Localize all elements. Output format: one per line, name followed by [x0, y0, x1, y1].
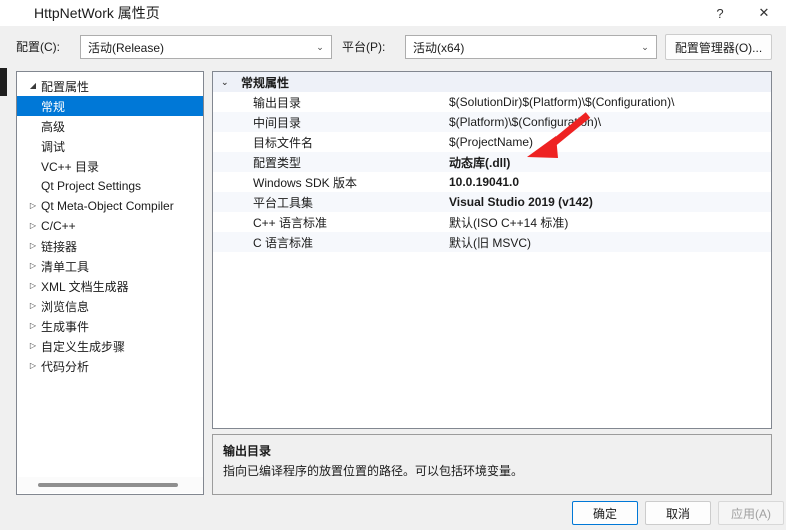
tree-item-9[interactable]: ▷ 清单工具	[17, 256, 203, 276]
property-value[interactable]: 10.0.19041.0	[449, 175, 519, 189]
tree-item-14[interactable]: ▷ 代码分析	[17, 356, 203, 376]
description-title: 输出目录	[223, 444, 272, 458]
tree-horizontal-scrollbar-thumb[interactable]	[38, 483, 178, 487]
collapsed-twisty-icon[interactable]: ▷	[25, 362, 41, 370]
tree-item-label: C/C++	[41, 219, 76, 233]
platform-dropdown[interactable]: 活动(x64) ⌄	[405, 35, 657, 59]
tree-item-label: 浏览信息	[41, 299, 90, 314]
property-value[interactable]: $(Platform)\$(Configuration)\	[449, 115, 601, 129]
property-name: 配置类型	[253, 155, 302, 170]
chevron-down-icon: ⌄	[641, 41, 649, 52]
property-name: 目标文件名	[253, 135, 314, 150]
tree-node-list: ◢ 配置属性 常规 高级 调试 VC++ 目录 Qt Project Settings ▷ Qt…	[17, 72, 203, 376]
configuration-label: 配置(C):	[16, 40, 60, 54]
tree-item-12[interactable]: ▷ 生成事件	[17, 316, 203, 336]
tree-item-4[interactable]: VC++ 目录	[17, 156, 203, 176]
property-value[interactable]: 默认(ISO C++14 标准)	[449, 214, 568, 231]
property-name: Windows SDK 版本	[253, 175, 358, 190]
cancel-button[interactable]: 取消	[645, 501, 711, 525]
collapsed-twisty-icon[interactable]: ▷	[25, 322, 41, 330]
property-value[interactable]: $(ProjectName)	[449, 135, 533, 149]
tree-item-label: VC++ 目录	[41, 159, 100, 174]
window-controls: ? ✕	[698, 0, 786, 26]
tree-item-8[interactable]: ▷ 链接器	[17, 236, 203, 256]
platform-label: 平台(P):	[342, 40, 386, 54]
configuration-tree[interactable]: ◢ 配置属性 常规 高级 调试 VC++ 目录 Qt Project Settings ▷ Qt…	[16, 71, 204, 495]
configuration-manager-button[interactable]: 配置管理器(O)...	[665, 34, 772, 60]
property-value[interactable]: 动态库(.dll)	[449, 154, 510, 171]
expanded-twisty-icon[interactable]: ◢	[25, 82, 41, 90]
help-icon[interactable]: ?	[698, 0, 742, 26]
property-group-row[interactable]: ⌄ 常规属性	[213, 72, 771, 92]
window-title: HttpNetWork 属性页	[34, 5, 160, 21]
property-row[interactable]: 平台工具集 Visual Studio 2019 (v142)	[213, 192, 771, 212]
property-name: 常规属性	[241, 75, 290, 90]
tree-item-3[interactable]: 调试	[17, 136, 203, 156]
platform-value: 活动(x64)	[413, 40, 465, 55]
tree-item-1[interactable]: 常规	[17, 96, 203, 116]
property-grid-rows: ⌄ 常规属性输出目录 $(SolutionDir)$(Platform)\$(Con…	[213, 72, 771, 252]
chevron-down-icon: ⌄	[316, 41, 324, 52]
property-row[interactable]: 目标文件名 $(ProjectName)	[213, 132, 771, 152]
property-row[interactable]: 中间目录 $(Platform)\$(Configuration)\	[213, 112, 771, 132]
tree-item-label: XML 文档生成器	[41, 279, 129, 294]
chevron-down-icon[interactable]: ⌄	[221, 77, 229, 87]
tree-item-5[interactable]: Qt Project Settings	[17, 176, 203, 196]
tree-item-label: 链接器	[41, 239, 78, 254]
close-icon[interactable]: ✕	[742, 0, 786, 26]
tree-item-label: 配置属性	[41, 79, 90, 94]
collapsed-twisty-icon[interactable]: ▷	[25, 282, 41, 290]
tree-item-7[interactable]: ▷ C/C++	[17, 216, 203, 236]
tree-item-13[interactable]: ▷ 自定义生成步骤	[17, 336, 203, 356]
property-name: 输出目录	[253, 95, 302, 110]
property-value[interactable]: 默认(旧 MSVC)	[449, 234, 531, 251]
property-value[interactable]: $(SolutionDir)$(Platform)\$(Configuratio…	[449, 95, 674, 109]
tree-item-label: 代码分析	[41, 359, 90, 374]
configuration-value: 活动(Release)	[88, 40, 165, 55]
tree-item-11[interactable]: ▷ 浏览信息	[17, 296, 203, 316]
property-value[interactable]: Visual Studio 2019 (v142)	[449, 195, 593, 209]
tree-item-10[interactable]: ▷ XML 文档生成器	[17, 276, 203, 296]
tree-item-label: 常规	[41, 99, 66, 114]
configuration-bar: 配置(C): 活动(Release) ⌄ 平台(P): 活动(x64) ⌄ 配置…	[0, 26, 786, 68]
description-panel: 输出目录 指向已编译程序的放置位置的路径。可以包括环境变量。	[212, 434, 772, 495]
tree-item-0[interactable]: ◢ 配置属性	[17, 76, 203, 96]
property-row[interactable]: C++ 语言标准 默认(ISO C++14 标准)	[213, 212, 771, 232]
tree-item-label: 自定义生成步骤	[41, 339, 126, 354]
property-row[interactable]: 输出目录 $(SolutionDir)$(Platform)\$(Configur…	[213, 92, 771, 112]
tree-item-label: Qt Meta-Object Compiler	[41, 199, 174, 213]
property-name: C++ 语言标准	[253, 215, 328, 230]
collapsed-twisty-icon[interactable]: ▷	[25, 342, 41, 350]
tree-item-label: 调试	[41, 139, 66, 154]
tree-item-2[interactable]: 高级	[17, 116, 203, 136]
ok-button[interactable]: 确定	[572, 501, 638, 525]
collapsed-twisty-icon[interactable]: ▷	[25, 222, 41, 230]
tree-item-label: 清单工具	[41, 259, 90, 274]
collapsed-twisty-icon[interactable]: ▷	[25, 242, 41, 250]
tree-item-label: 生成事件	[41, 319, 90, 334]
property-row[interactable]: 配置类型 动态库(.dll)	[213, 152, 771, 172]
title-bar: HttpNetWork 属性页 ? ✕	[0, 0, 786, 26]
tree-item-label: Qt Project Settings	[41, 179, 142, 193]
property-grid[interactable]: ⌄ 常规属性输出目录 $(SolutionDir)$(Platform)\$(Con…	[212, 71, 772, 429]
collapsed-twisty-icon[interactable]: ▷	[25, 202, 41, 210]
apply-button[interactable]: 应用(A)	[718, 501, 784, 525]
collapsed-twisty-icon[interactable]: ▷	[25, 302, 41, 310]
property-name: 中间目录	[253, 115, 302, 130]
property-name: C 语言标准	[253, 235, 314, 250]
property-row[interactable]: C 语言标准 默认(旧 MSVC)	[213, 232, 771, 252]
tree-horizontal-scrollbar[interactable]	[18, 477, 203, 493]
configuration-dropdown[interactable]: 活动(Release) ⌄	[80, 35, 332, 59]
property-name: 平台工具集	[253, 195, 314, 210]
property-row[interactable]: Windows SDK 版本 10.0.19041.0	[213, 172, 771, 192]
tree-item-label: 高级	[41, 119, 66, 134]
tree-item-6[interactable]: ▷ Qt Meta-Object Compiler	[17, 196, 203, 216]
description-text: 指向已编译程序的放置位置的路径。可以包括环境变量。	[223, 464, 524, 478]
collapsed-twisty-icon[interactable]: ▷	[25, 262, 41, 270]
